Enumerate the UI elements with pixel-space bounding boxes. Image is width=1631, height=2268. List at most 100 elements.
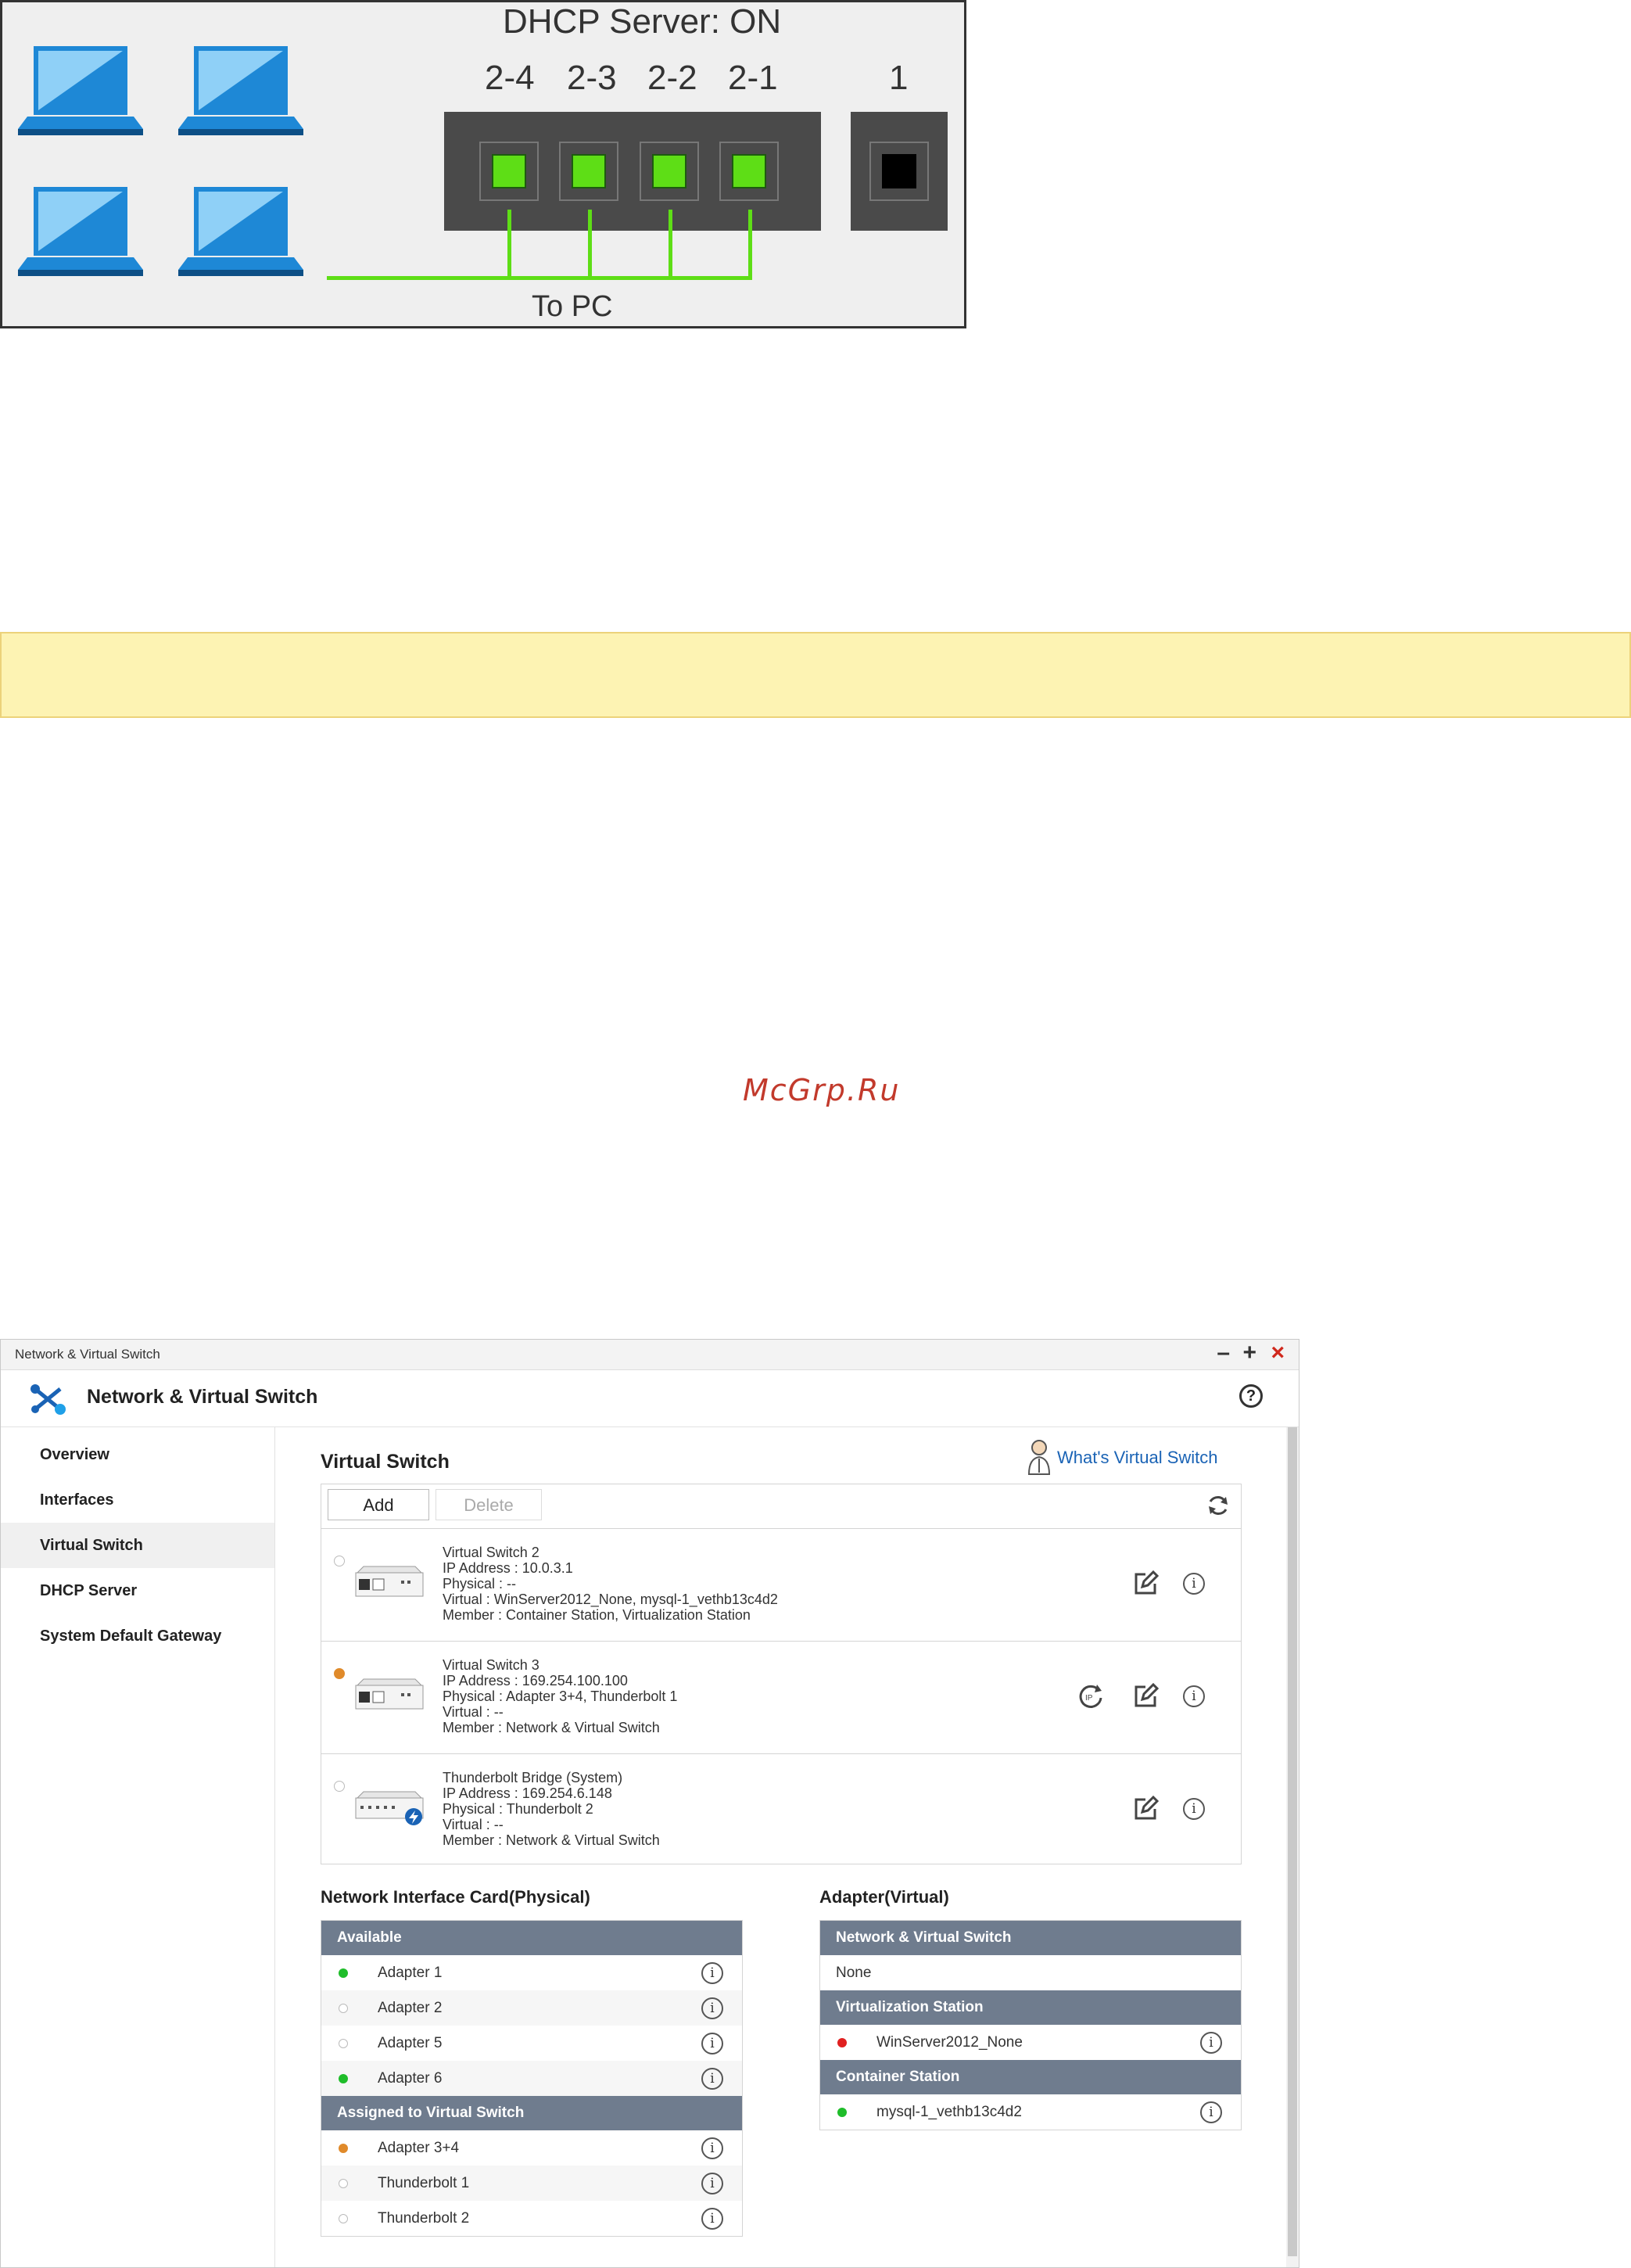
thunderbolt-bridge-icon <box>355 1791 424 1825</box>
switch-ip: IP Address : 10.0.3.1 <box>443 1560 573 1576</box>
wire <box>669 210 672 280</box>
virtual-switch-row[interactable]: Virtual Switch 2 IP Address : 10.0.3.1 P… <box>321 1529 1241 1642</box>
sidebar-item-system-default-gateway[interactable]: System Default Gateway <box>1 1613 274 1659</box>
scrollbar[interactable] <box>1286 1427 1299 2267</box>
virtual-adapter-title: Adapter(Virtual) <box>819 1887 949 1907</box>
info-icon[interactable]: i <box>1183 1798 1205 1820</box>
status-dot <box>837 2108 847 2117</box>
notice-bar <box>0 632 1631 718</box>
wire <box>507 210 511 280</box>
refresh-icon[interactable] <box>1205 1492 1231 1519</box>
virtual-switch-row[interactable]: Thunderbolt Bridge (System) IP Address :… <box>321 1754 1241 1866</box>
maximize-icon[interactable]: + <box>1242 1341 1256 1365</box>
virtual-switch-row[interactable]: Virtual Switch 3 IP Address : 169.254.10… <box>321 1642 1241 1754</box>
minimize-icon[interactable]: – <box>1217 1341 1230 1365</box>
diagram-title: DHCP Server: ON <box>503 2 782 41</box>
list-item[interactable]: Thunderbolt 1 i <box>321 2166 742 2201</box>
sidebar-item-overview[interactable]: Overview <box>1 1432 274 1477</box>
adapter-label: Adapter 1 <box>378 1965 443 1981</box>
select-radio[interactable] <box>334 1668 345 1679</box>
info-icon[interactable]: i <box>701 2033 723 2054</box>
port-label-2-1: 2-1 <box>728 59 778 97</box>
help-icon[interactable]: ? <box>1239 1384 1263 1408</box>
list-item[interactable]: Adapter 6 i <box>321 2061 742 2096</box>
port-2-2 <box>640 142 699 201</box>
status-dot <box>339 2004 348 2013</box>
help-guide-icon[interactable] <box>1026 1438 1052 1476</box>
sidebar-item-interfaces[interactable]: Interfaces <box>1 1477 274 1523</box>
add-button[interactable]: Add <box>328 1489 429 1520</box>
switch-physical: Physical : Thunderbolt 2 <box>443 1801 593 1817</box>
virtual-adapter-table: Network & Virtual Switch None Virtualiza… <box>819 1920 1242 2130</box>
port-label-2-3: 2-3 <box>567 59 617 97</box>
info-icon[interactable]: i <box>701 2173 723 2194</box>
list-item[interactable]: Adapter 2 i <box>321 1990 742 2026</box>
ip-config-icon[interactable]: IP <box>1077 1682 1105 1710</box>
virtual-switch-details: Thunderbolt Bridge (System) IP Address :… <box>443 1770 660 1848</box>
switch-port-single <box>851 112 948 231</box>
wire <box>327 276 752 280</box>
info-icon[interactable]: i <box>1200 2101 1222 2123</box>
physical-nic-title: Network Interface Card(Physical) <box>321 1887 590 1907</box>
laptop-icon <box>178 187 303 276</box>
info-icon[interactable]: i <box>1183 1685 1205 1707</box>
laptop-icon <box>18 46 143 135</box>
list-item[interactable]: Adapter 1 i <box>321 1955 742 1990</box>
whats-virtual-switch-link[interactable]: What's Virtual Switch <box>1057 1448 1218 1468</box>
list-item[interactable]: Adapter 3+4 i <box>321 2130 742 2166</box>
status-dot <box>837 2038 847 2047</box>
info-icon[interactable]: i <box>701 2137 723 2159</box>
switch-physical: Physical : Adapter 3+4, Thunderbolt 1 <box>443 1688 678 1704</box>
group-header: Network & Virtual Switch <box>820 1921 1241 1955</box>
list-item[interactable]: mysql-1_vethb13c4d2 i <box>820 2094 1241 2130</box>
edit-icon[interactable] <box>1131 1570 1160 1598</box>
virtual-switch-details: Virtual Switch 2 IP Address : 10.0.3.1 P… <box>443 1545 778 1623</box>
sidebar-item-dhcp-server[interactable]: DHCP Server <box>1 1568 274 1613</box>
svg-text:IP: IP <box>1085 1694 1093 1703</box>
info-icon[interactable]: i <box>1183 1573 1205 1595</box>
list-item[interactable]: Adapter 5 i <box>321 2026 742 2061</box>
select-radio[interactable] <box>334 1781 345 1792</box>
assigned-header: Assigned to Virtual Switch <box>321 2096 742 2130</box>
status-dot <box>339 2039 348 2048</box>
select-radio[interactable] <box>334 1556 345 1566</box>
switch-member: Member : Network & Virtual Switch <box>443 1832 660 1848</box>
list-item[interactable]: Thunderbolt 2 i <box>321 2201 742 2236</box>
info-icon[interactable]: i <box>701 2068 723 2090</box>
virtual-switch-icon <box>355 1566 424 1597</box>
edit-icon[interactable] <box>1131 1795 1160 1823</box>
adapter-label: Adapter 5 <box>378 2035 443 2051</box>
sidebar: Overview Interfaces Virtual Switch DHCP … <box>1 1427 275 2267</box>
switch-ip: IP Address : 169.254.100.100 <box>443 1673 628 1688</box>
switch-name: Virtual Switch 3 <box>443 1657 539 1673</box>
switch-name: Thunderbolt Bridge (System) <box>443 1770 623 1785</box>
switch-virtual: Virtual : -- <box>443 1817 504 1832</box>
status-dot <box>339 1968 348 1978</box>
status-dot <box>339 2144 348 2153</box>
adapter-label: WinServer2012_None <box>876 2034 1023 2051</box>
wire <box>588 210 592 280</box>
edit-icon[interactable] <box>1131 1682 1160 1710</box>
info-icon[interactable]: i <box>701 2208 723 2230</box>
info-icon[interactable]: i <box>701 1962 723 1984</box>
port-2-4 <box>479 142 539 201</box>
switch-virtual: Virtual : -- <box>443 1704 504 1720</box>
list-item[interactable]: WinServer2012_None i <box>820 2025 1241 2060</box>
adapter-label: Adapter 3+4 <box>378 2140 460 2156</box>
info-icon[interactable]: i <box>701 1997 723 2019</box>
virtual-switch-icon <box>355 1678 424 1710</box>
adapter-label: Thunderbolt 2 <box>378 2210 470 2227</box>
info-icon[interactable]: i <box>1200 2032 1222 2054</box>
port-label-2-2: 2-2 <box>647 59 697 97</box>
scrollbar-thumb[interactable] <box>1288 1427 1297 2256</box>
switch-member: Member : Container Station, Virtualizati… <box>443 1607 751 1623</box>
virtual-switch-details: Virtual Switch 3 IP Address : 169.254.10… <box>443 1657 677 1735</box>
window-titlebar: Network & Virtual Switch – + × <box>1 1340 1299 1370</box>
wire-label: To PC <box>532 290 613 323</box>
close-icon[interactable]: × <box>1271 1341 1285 1365</box>
switch-ip: IP Address : 169.254.6.148 <box>443 1785 612 1801</box>
delete-button[interactable]: Delete <box>436 1489 542 1520</box>
dhcp-diagram: DHCP Server: ON 2-4 2-3 2-2 2-1 1 To PC <box>0 0 966 328</box>
sidebar-item-virtual-switch[interactable]: Virtual Switch <box>1 1523 274 1568</box>
network-switch-icon <box>30 1384 66 1415</box>
